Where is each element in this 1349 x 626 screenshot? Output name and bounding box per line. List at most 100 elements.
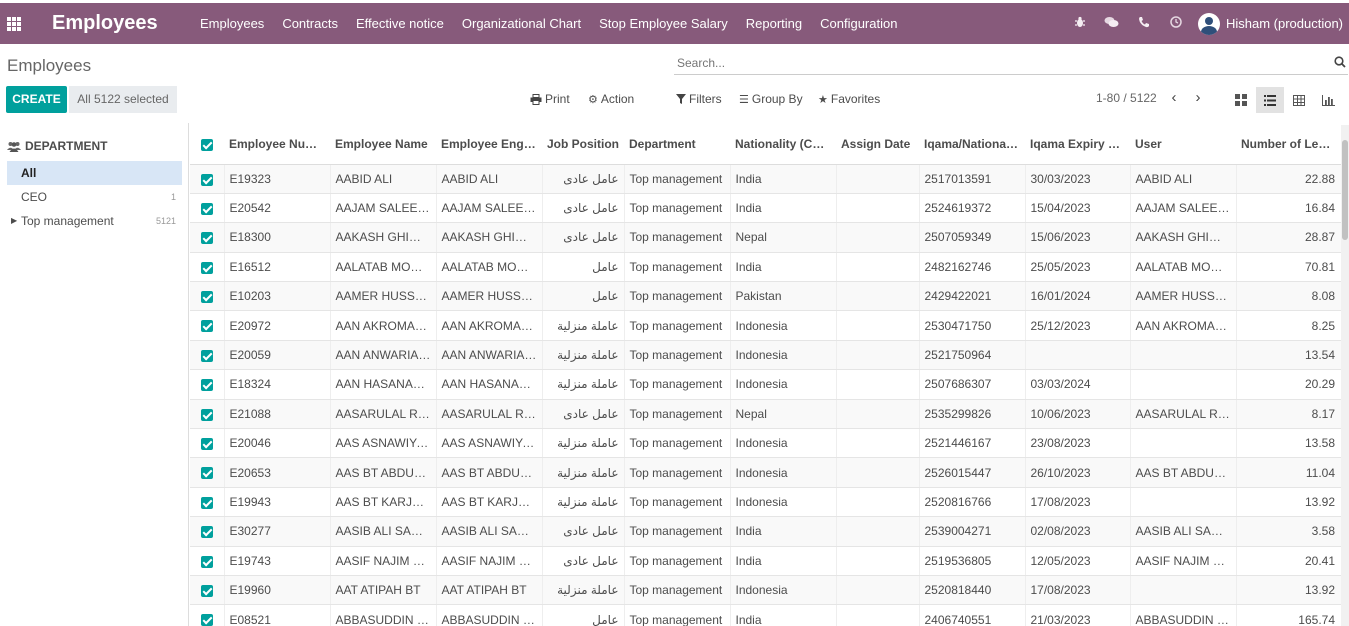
apps-menu-icon[interactable] xyxy=(7,17,21,31)
create-button[interactable]: CREATE xyxy=(6,86,67,113)
table-cell: E20972 xyxy=(223,310,330,341)
row-checkbox[interactable] xyxy=(190,252,224,283)
table-row[interactable]: E20542AAJAM SALEEM AHMEDAAJAM SALEEM AHM… xyxy=(190,193,1341,224)
table-row[interactable]: E20059AAN ANWARIAH BINTIAAN ANWARIAH BIN… xyxy=(190,340,1341,371)
sidebar-item-all[interactable]: All xyxy=(7,161,182,185)
search-icon[interactable] xyxy=(1334,56,1346,68)
table-row[interactable]: E10203 AAMER HUSSAIN AAMER HUSSAIN عامل Top … xyxy=(190,281,1341,312)
row-checkbox[interactable] xyxy=(190,604,224,626)
table-row[interactable]: E18300 AAKASH GHIMIRE AAKASH GHIMIRE عامل ع… xyxy=(190,222,1341,253)
phone-icon[interactable] xyxy=(1128,16,1160,31)
vertical-scrollbar[interactable] xyxy=(1341,125,1349,626)
kanban-view-button[interactable] xyxy=(1227,87,1255,113)
menu-item-stop-employee-salary[interactable]: Stop Employee Salary xyxy=(599,16,728,31)
sidebar-header-label: DEPARTMENT xyxy=(25,139,108,153)
menu-item-organizational-chart[interactable]: Organizational Chart xyxy=(462,16,581,31)
menu-item-employees[interactable]: Employees xyxy=(200,16,264,31)
group-by-button[interactable]: ☰ Group By xyxy=(739,92,803,106)
chat-icon[interactable] xyxy=(1096,16,1128,31)
table-cell xyxy=(1024,340,1130,371)
graph-view-button[interactable] xyxy=(1314,87,1342,113)
table-row[interactable]: E20653AAS BT ABDUROHIMAAS BT ABDUROHIMعا… xyxy=(190,457,1341,488)
column-header[interactable]: Iqama Expiry Date xyxy=(1025,125,1130,165)
sidebar-header: DEPARTMENT xyxy=(7,139,107,153)
filters-button[interactable]: Filters xyxy=(676,92,722,106)
table-cell: 25/05/2023 xyxy=(1024,252,1130,283)
menu-item-effective-notice[interactable]: Effective notice xyxy=(356,16,444,31)
row-checkbox[interactable] xyxy=(190,193,224,224)
table-cell: India xyxy=(729,252,836,283)
table-row[interactable]: E19943 AAS BT KARJAYA AAS BT KARJAYA عاملة … xyxy=(190,487,1341,518)
table-cell: عامل xyxy=(541,281,624,312)
bug-icon[interactable] xyxy=(1064,16,1096,31)
table-row[interactable]: E20972AAN AKROMAH BINTIAAN AKROMAH BINTI… xyxy=(190,310,1341,341)
table-cell: 8.08 xyxy=(1235,281,1341,312)
table-row[interactable]: E19743AASIF NAJIM NAJIMAASIF NAJIM NAJIM… xyxy=(190,546,1341,576)
table-cell: AAN ANWARIAH BINTI xyxy=(435,340,542,371)
table-row[interactable]: E19960 AAT ATIPAH BT AAT ATIPAH BT عاملة من… xyxy=(190,575,1341,606)
column-header[interactable]: Department xyxy=(624,125,730,165)
sidebar-item-ceo[interactable]: CEO 1 xyxy=(7,185,182,209)
table-row[interactable]: E18324AAN HASANAH BINTIAAN HASANAH BINTI… xyxy=(190,369,1341,400)
column-header[interactable]: Employee English Name xyxy=(436,125,542,165)
table-cell: 15/06/2023 xyxy=(1024,222,1130,253)
action-button[interactable]: ⚙ Action xyxy=(588,92,634,106)
column-header[interactable]: Employee Number xyxy=(224,125,330,165)
table-row[interactable]: E08521ABBASUDDIN SEKHABBASUDDIN SEKHعامل… xyxy=(190,604,1341,626)
table-row[interactable]: E20046AAS ASNAWIYAH BINTIAAS ASNAWIYAH B… xyxy=(190,428,1341,459)
column-header[interactable]: Nationality (Country) xyxy=(730,125,836,165)
table-cell: 165.74 xyxy=(1235,604,1341,626)
table-cell: India xyxy=(729,193,836,224)
print-button[interactable]: Print xyxy=(530,92,570,106)
table-cell: AAS BT KARJAYA xyxy=(435,487,542,518)
column-header[interactable]: Iqama/National ID xyxy=(919,125,1025,165)
row-checkbox[interactable] xyxy=(190,369,224,400)
clock-icon[interactable] xyxy=(1160,16,1192,31)
row-checkbox[interactable] xyxy=(190,281,224,312)
table-row[interactable]: E30277 AASIB ALI SAKIR AASIB ALI SAKIR عامل… xyxy=(190,516,1341,547)
row-checkbox[interactable] xyxy=(190,399,224,430)
column-header[interactable]: Employee Name xyxy=(330,125,436,165)
pivot-view-button[interactable] xyxy=(1285,87,1313,113)
row-checkbox[interactable] xyxy=(190,164,224,194)
scrollbar-thumb[interactable] xyxy=(1342,140,1348,240)
column-header[interactable]: User xyxy=(1130,125,1236,165)
table-cell: 02/08/2023 xyxy=(1024,516,1130,547)
favorites-button[interactable]: ★ Favorites xyxy=(818,92,880,106)
column-header[interactable]: Number of Leave Days xyxy=(1236,125,1341,165)
table-row[interactable]: E16512 AALATAB MONDAL AALATAB MONDAL عامل To… xyxy=(190,252,1341,283)
caret-right-icon[interactable]: ▶ xyxy=(11,209,17,233)
selection-counter[interactable]: All 5122 selected xyxy=(69,86,177,113)
table-cell: E20046 xyxy=(223,428,330,459)
menu-item-reporting[interactable]: Reporting xyxy=(746,16,802,31)
table-row[interactable]: E21088 AASARULAL RAJA AASARULAL RAJA عامل ع… xyxy=(190,399,1341,430)
row-checkbox[interactable] xyxy=(190,516,224,547)
table-cell: AAN AKROMAH BINTI xyxy=(1129,310,1236,341)
column-header[interactable]: Job Position xyxy=(542,125,624,165)
row-checkbox[interactable] xyxy=(190,310,224,341)
table-cell: AAN HASANAH BINTI xyxy=(435,369,542,400)
menu-item-contracts[interactable]: Contracts xyxy=(282,16,338,31)
row-checkbox[interactable] xyxy=(190,222,224,253)
menu-item-configuration[interactable]: Configuration xyxy=(820,16,897,31)
row-checkbox[interactable] xyxy=(190,487,224,518)
pager-value[interactable]: 1-80 / 5122 xyxy=(1096,91,1157,105)
pager-next-button[interactable]: › xyxy=(1188,88,1208,108)
sidebar-item-top-management[interactable]: ▶ Top management 5121 xyxy=(7,209,182,233)
app-title[interactable]: Employees xyxy=(52,12,158,35)
action-label: Action xyxy=(600,92,635,106)
column-header[interactable]: Assign Date xyxy=(836,125,919,165)
select-all-checkbox[interactable] xyxy=(190,125,224,165)
table-row[interactable]: E19323 AABID ALI AABID ALI عامل عادى Top man… xyxy=(190,164,1341,194)
table-cell: India xyxy=(729,604,836,626)
row-checkbox[interactable] xyxy=(190,340,224,371)
row-checkbox[interactable] xyxy=(190,428,224,459)
search-input[interactable] xyxy=(674,53,1314,73)
row-checkbox[interactable] xyxy=(190,546,224,576)
pager-previous-button[interactable]: ‹ xyxy=(1164,88,1184,108)
list-view-button[interactable] xyxy=(1256,87,1284,113)
row-checkbox[interactable] xyxy=(190,457,224,488)
row-checkbox[interactable] xyxy=(190,575,224,606)
table-cell: عامل xyxy=(541,252,624,283)
user-menu[interactable]: Hisham (production) xyxy=(1197,12,1343,35)
